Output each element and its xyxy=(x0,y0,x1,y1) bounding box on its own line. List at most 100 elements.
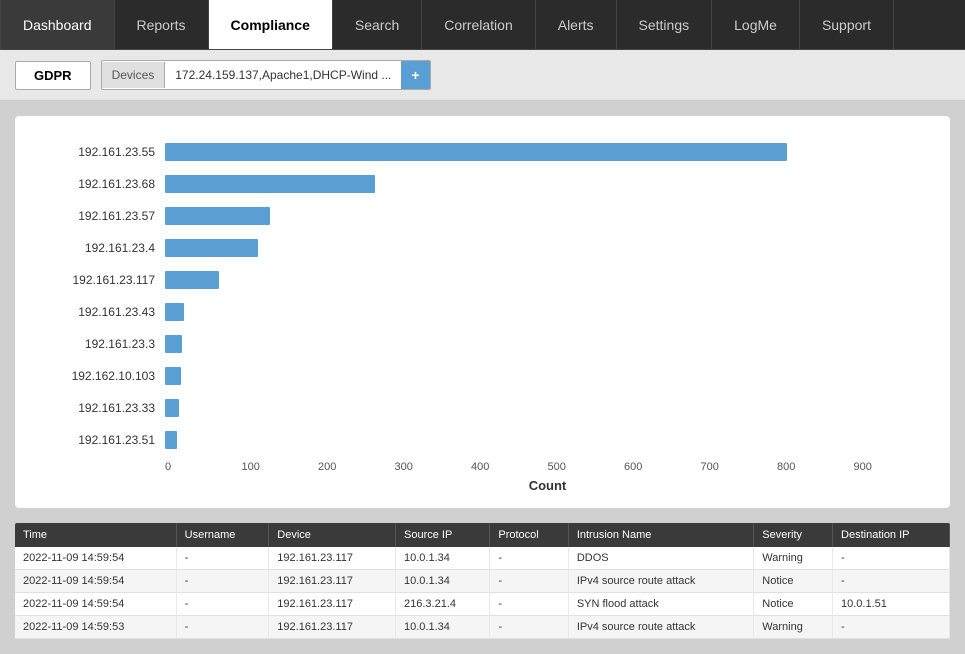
chart-bar-area xyxy=(165,301,930,323)
table: TimeUsernameDeviceSource IPProtocolIntru… xyxy=(15,523,950,639)
table-cell: - xyxy=(176,593,269,616)
data-table: TimeUsernameDeviceSource IPProtocolIntru… xyxy=(15,523,950,639)
nav-logme[interactable]: LogMe xyxy=(712,0,800,49)
chart-bar-area xyxy=(165,429,930,451)
chart-bar-area xyxy=(165,237,930,259)
devices-label: Devices xyxy=(102,62,166,88)
chart-row: 192.161.23.68 xyxy=(35,168,930,200)
table-cell: - xyxy=(176,570,269,593)
table-cell: 2022-11-09 14:59:54 xyxy=(15,547,176,570)
x-tick: 0 xyxy=(165,461,242,473)
chart-row: 192.161.23.55 xyxy=(35,136,930,168)
chart-bar xyxy=(165,335,182,353)
chart-bar xyxy=(165,367,181,385)
table-cell: 10.0.1.34 xyxy=(396,616,490,639)
x-tick: 600 xyxy=(624,461,701,473)
table-row: 2022-11-09 14:59:54-192.161.23.11710.0.1… xyxy=(15,547,950,570)
chart-bars-wrapper: 192.161.23.55 192.161.23.68 192.161.23.5… xyxy=(35,136,930,456)
chart-bar xyxy=(165,175,375,193)
table-cell: DDOS xyxy=(568,547,753,570)
chart-bar-area xyxy=(165,173,930,195)
gdpr-button[interactable]: GDPR xyxy=(15,61,91,90)
navbar: Dashboard Reports Compliance Search Corr… xyxy=(0,0,965,50)
table-cell: - xyxy=(490,547,568,570)
chart-label: 192.161.23.117 xyxy=(35,273,165,287)
table-cell: - xyxy=(490,570,568,593)
table-cell: 192.161.23.117 xyxy=(269,616,396,639)
table-header-cell: Protocol xyxy=(490,523,568,547)
table-cell: - xyxy=(490,593,568,616)
chart-bar-area xyxy=(165,269,930,291)
chart-bar-area xyxy=(165,365,930,387)
chart-bar xyxy=(165,143,787,161)
x-tick: 700 xyxy=(701,461,778,473)
x-tick: 400 xyxy=(471,461,548,473)
table-cell: Warning xyxy=(754,616,833,639)
table-cell: IPv4 source route attack xyxy=(568,570,753,593)
x-tick: 500 xyxy=(548,461,625,473)
chart-label: 192.161.23.57 xyxy=(35,209,165,223)
chart-label: 192.161.23.33 xyxy=(35,401,165,415)
chart-row: 192.161.23.3 xyxy=(35,328,930,360)
table-header-cell: Destination IP xyxy=(833,523,950,547)
chart-row: 192.161.23.33 xyxy=(35,392,930,424)
chart-row: 192.161.23.57 xyxy=(35,200,930,232)
table-cell: - xyxy=(833,570,950,593)
table-cell: 2022-11-09 14:59:53 xyxy=(15,616,176,639)
nav-compliance[interactable]: Compliance xyxy=(209,0,333,49)
table-cell: - xyxy=(490,616,568,639)
devices-add-button[interactable]: + xyxy=(401,61,429,89)
chart-bar xyxy=(165,271,219,289)
x-tick: 900 xyxy=(854,461,931,473)
table-cell: SYN flood attack xyxy=(568,593,753,616)
chart-label: 192.161.23.43 xyxy=(35,305,165,319)
nav-reports[interactable]: Reports xyxy=(115,0,209,49)
x-axis-label: Count xyxy=(165,478,930,493)
table-header-cell: Username xyxy=(176,523,269,547)
chart-row: 192.161.23.43 xyxy=(35,296,930,328)
table-cell: 2022-11-09 14:59:54 xyxy=(15,593,176,616)
nav-settings[interactable]: Settings xyxy=(617,0,713,49)
chart-label: 192.161.23.68 xyxy=(35,177,165,191)
table-cell: Notice xyxy=(754,570,833,593)
table-row: 2022-11-09 14:59:54-192.161.23.11710.0.1… xyxy=(15,570,950,593)
x-axis: 0100200300400500600700800900 xyxy=(165,456,930,473)
chart-bar-area xyxy=(165,205,930,227)
nav-alerts[interactable]: Alerts xyxy=(536,0,617,49)
main-content: 192.161.23.55 192.161.23.68 192.161.23.5… xyxy=(0,101,965,654)
x-tick: 200 xyxy=(318,461,395,473)
nav-search[interactable]: Search xyxy=(333,0,422,49)
devices-value: 172.24.159.137,Apache1,DHCP-Wind ... xyxy=(165,62,401,88)
devices-filter: Devices 172.24.159.137,Apache1,DHCP-Wind… xyxy=(101,60,431,90)
chart-label: 192.162.10.103 xyxy=(35,369,165,383)
chart-label: 192.161.23.55 xyxy=(35,145,165,159)
x-tick: 100 xyxy=(242,461,319,473)
toolbar: GDPR Devices 172.24.159.137,Apache1,DHCP… xyxy=(0,50,965,101)
chart-row: 192.162.10.103 xyxy=(35,360,930,392)
table-header-cell: Severity xyxy=(754,523,833,547)
chart-row: 192.161.23.4 xyxy=(35,232,930,264)
x-tick: 300 xyxy=(395,461,472,473)
table-cell: Notice xyxy=(754,593,833,616)
chart-row: 192.161.23.51 xyxy=(35,424,930,456)
nav-support[interactable]: Support xyxy=(800,0,894,49)
chart-label: 192.161.23.51 xyxy=(35,433,165,447)
table-header-cell: Device xyxy=(269,523,396,547)
nav-dashboard[interactable]: Dashboard xyxy=(0,0,115,49)
table-cell: - xyxy=(833,547,950,570)
chart-bar-area xyxy=(165,397,930,419)
table-cell: 2022-11-09 14:59:54 xyxy=(15,570,176,593)
table-cell: 216.3.21.4 xyxy=(396,593,490,616)
nav-correlation[interactable]: Correlation xyxy=(422,0,535,49)
x-tick: 800 xyxy=(777,461,854,473)
table-cell: IPv4 source route attack xyxy=(568,616,753,639)
table-body: 2022-11-09 14:59:54-192.161.23.11710.0.1… xyxy=(15,547,950,639)
table-cell: - xyxy=(176,547,269,570)
chart-bar xyxy=(165,303,184,321)
table-cell: 10.0.1.34 xyxy=(396,570,490,593)
chart-bar-area xyxy=(165,141,930,163)
table-cell: Warning xyxy=(754,547,833,570)
table-cell: 192.161.23.117 xyxy=(269,593,396,616)
table-cell: 192.161.23.117 xyxy=(269,570,396,593)
table-cell: 192.161.23.117 xyxy=(269,547,396,570)
